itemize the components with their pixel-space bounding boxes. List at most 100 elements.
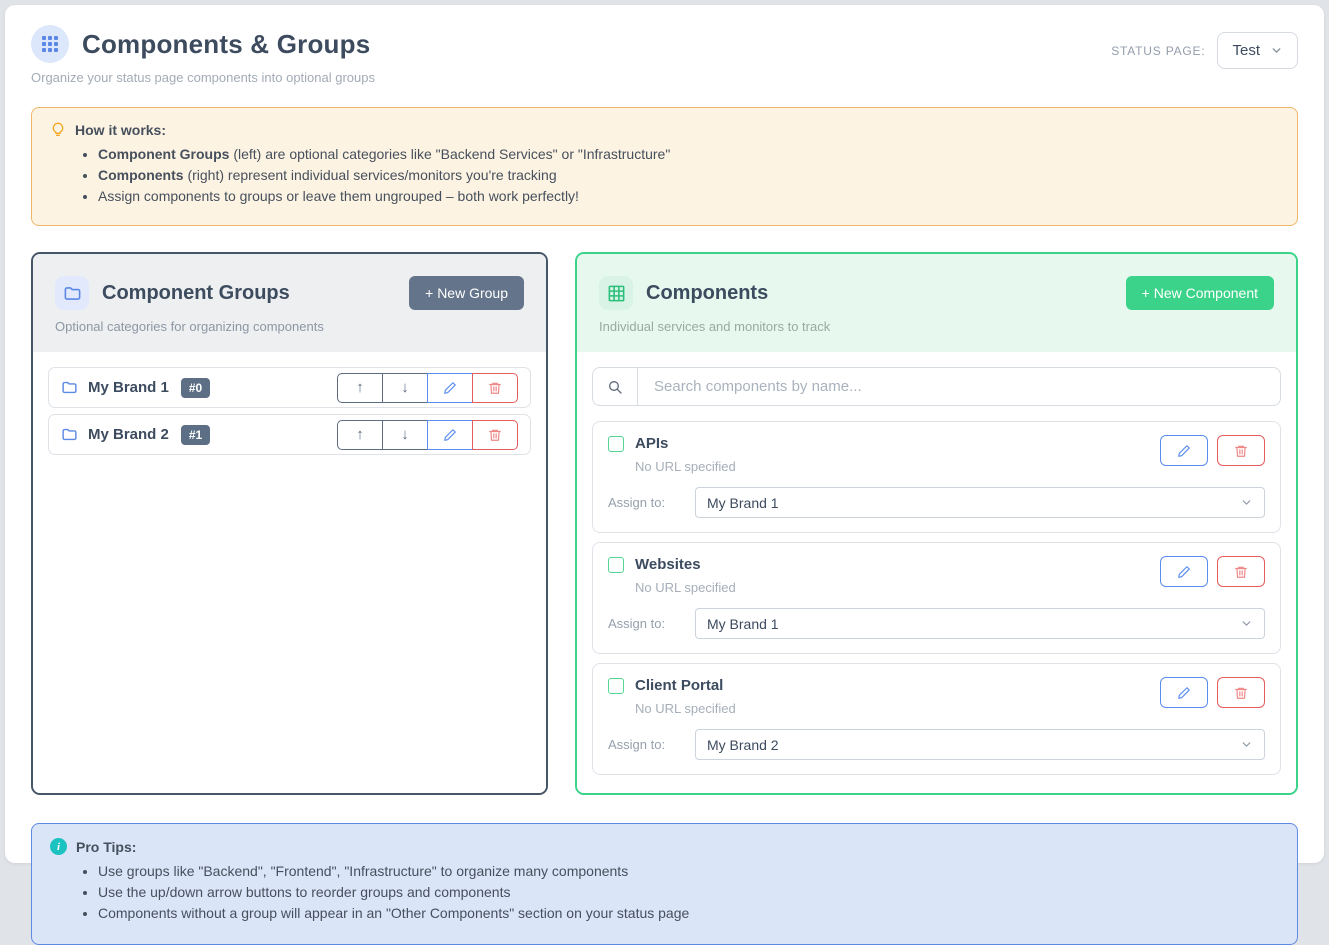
- pro-tips-item: Use groups like "Backend", "Frontend", "…: [98, 863, 1279, 879]
- pencil-icon: [1177, 686, 1191, 700]
- assign-to-label: Assign to:: [608, 737, 695, 752]
- status-page-label: STATUS PAGE:: [1111, 44, 1205, 58]
- components-title: Components: [646, 282, 768, 305]
- chevron-down-icon: [1240, 496, 1253, 509]
- assigned-group-value: My Brand 2: [707, 737, 779, 753]
- move-down-button[interactable]: ↓: [382, 373, 428, 403]
- how-it-works-list: Component Groups (left) are optional cat…: [98, 146, 1279, 204]
- move-up-button[interactable]: ↑: [337, 373, 383, 403]
- assign-to-label: Assign to:: [608, 616, 695, 631]
- search-input[interactable]: [638, 368, 1280, 405]
- components-panel: Components + New Component Individual se…: [575, 252, 1298, 795]
- pencil-icon: [443, 428, 457, 442]
- assigned-group-value: My Brand 1: [707, 616, 779, 632]
- how-it-works-item: Components (right) represent individual …: [98, 167, 1279, 183]
- delete-group-button[interactable]: [472, 373, 518, 403]
- folder-icon: [55, 276, 89, 310]
- delete-component-button[interactable]: [1217, 677, 1265, 708]
- group-row: My Brand 2 #1 ↑ ↓: [48, 414, 531, 455]
- component-card: Client Portal No URL specified Assign to…: [592, 663, 1281, 775]
- assign-group-select[interactable]: My Brand 1: [695, 608, 1265, 639]
- search-icon: [593, 368, 638, 405]
- component-groups-subtitle: Optional categories for organizing compo…: [55, 319, 524, 334]
- assign-group-select[interactable]: My Brand 1: [695, 487, 1265, 518]
- component-card: APIs No URL specified Assign to: My Bran…: [592, 421, 1281, 533]
- group-order-badge: #1: [181, 425, 210, 445]
- component-checkbox[interactable]: [608, 557, 624, 573]
- lightbulb-icon: [50, 122, 66, 138]
- panels-container: Component Groups + New Group Optional ca…: [31, 252, 1298, 795]
- assign-group-select[interactable]: My Brand 2: [695, 729, 1265, 760]
- apps-grid-icon: [31, 25, 69, 63]
- folder-icon: [61, 379, 78, 396]
- component-actions: [1160, 435, 1265, 466]
- pro-tips-item: Components without a group will appear i…: [98, 905, 1279, 921]
- status-page-select[interactable]: Test: [1217, 32, 1298, 69]
- edit-group-button[interactable]: [427, 420, 473, 450]
- component-url-note: No URL specified: [635, 580, 736, 595]
- component-checkbox[interactable]: [608, 678, 624, 694]
- component-card: Websites No URL specified Assign to: My …: [592, 542, 1281, 654]
- chevron-down-icon: [1240, 738, 1253, 751]
- header-left: Components & Groups Organize your status…: [31, 25, 375, 85]
- component-groups-header: Component Groups + New Group Optional ca…: [33, 254, 546, 352]
- new-component-button[interactable]: + New Component: [1126, 276, 1274, 310]
- components-header: Components + New Component Individual se…: [577, 254, 1296, 352]
- status-page-selector: STATUS PAGE: Test: [1111, 32, 1298, 69]
- folder-icon: [61, 426, 78, 443]
- trash-icon: [488, 381, 502, 395]
- page-header: Components & Groups Organize your status…: [31, 25, 1298, 85]
- trash-icon: [1234, 565, 1248, 579]
- delete-component-button[interactable]: [1217, 435, 1265, 466]
- edit-component-button[interactable]: [1160, 677, 1208, 708]
- component-groups-title: Component Groups: [102, 282, 290, 305]
- trash-icon: [1234, 444, 1248, 458]
- group-name: My Brand 1: [88, 379, 169, 396]
- component-actions: [1160, 677, 1265, 708]
- component-url-note: No URL specified: [635, 459, 736, 474]
- component-groups-panel: Component Groups + New Group Optional ca…: [31, 252, 548, 795]
- pro-tips-title: Pro Tips:: [76, 839, 136, 855]
- trash-icon: [1234, 686, 1248, 700]
- component-search: [592, 367, 1281, 406]
- how-it-works-item: Assign components to groups or leave the…: [98, 188, 1279, 204]
- assigned-group-value: My Brand 1: [707, 495, 779, 511]
- component-checkbox[interactable]: [608, 436, 624, 452]
- pencil-icon: [443, 381, 457, 395]
- component-name: Client Portal: [635, 677, 723, 694]
- group-actions: ↑ ↓: [337, 420, 518, 450]
- table-grid-icon: [599, 276, 633, 310]
- group-name: My Brand 2: [88, 426, 169, 443]
- edit-group-button[interactable]: [427, 373, 473, 403]
- how-it-works-item: Component Groups (left) are optional cat…: [98, 146, 1279, 162]
- chevron-down-icon: [1240, 617, 1253, 630]
- group-row: My Brand 1 #0 ↑ ↓: [48, 367, 531, 408]
- delete-group-button[interactable]: [472, 420, 518, 450]
- new-group-button[interactable]: + New Group: [409, 276, 524, 310]
- how-it-works-title: How it works:: [75, 122, 166, 138]
- page-subtitle: Organize your status page components int…: [31, 70, 375, 85]
- component-groups-body: My Brand 1 #0 ↑ ↓ My B: [33, 352, 546, 793]
- chevron-down-icon: [1270, 44, 1283, 57]
- group-order-badge: #0: [181, 378, 210, 398]
- pencil-icon: [1177, 444, 1191, 458]
- edit-component-button[interactable]: [1160, 556, 1208, 587]
- edit-component-button[interactable]: [1160, 435, 1208, 466]
- group-actions: ↑ ↓: [337, 373, 518, 403]
- components-subtitle: Individual services and monitors to trac…: [599, 319, 1274, 334]
- page-title: Components & Groups: [82, 29, 370, 60]
- move-up-button[interactable]: ↑: [337, 420, 383, 450]
- status-page-value: Test: [1232, 42, 1260, 59]
- page-card: Components & Groups Organize your status…: [5, 5, 1324, 863]
- component-name: APIs: [635, 435, 668, 452]
- move-down-button[interactable]: ↓: [382, 420, 428, 450]
- pro-tips-box: i Pro Tips: Use groups like "Backend", "…: [31, 823, 1298, 945]
- info-icon: i: [50, 838, 67, 855]
- components-body: APIs No URL specified Assign to: My Bran…: [577, 352, 1296, 793]
- delete-component-button[interactable]: [1217, 556, 1265, 587]
- pencil-icon: [1177, 565, 1191, 579]
- trash-icon: [488, 428, 502, 442]
- component-actions: [1160, 556, 1265, 587]
- pro-tips-list: Use groups like "Backend", "Frontend", "…: [98, 863, 1279, 921]
- how-it-works-box: How it works: Component Groups (left) ar…: [31, 107, 1298, 226]
